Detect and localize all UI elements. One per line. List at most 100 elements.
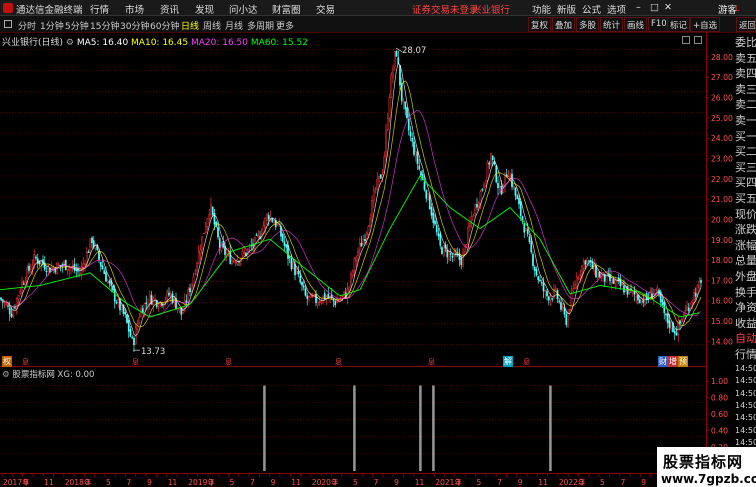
candle-body [299,275,302,283]
candle-body [320,300,323,304]
xg-legend: ⚙ 股票指标网 XG: 0.00 [2,368,94,380]
candle-body [411,138,414,142]
sidebar-item[interactable]: 买四 [735,175,756,190]
maximize-icon[interactable]: □ [650,2,659,13]
chart-expand-icon[interactable] [694,36,702,44]
sidebar-item[interactable]: 买一 [735,129,756,144]
candle-body [491,155,494,160]
candle-body [481,189,484,191]
sidebar-item[interactable]: 买三 [735,160,756,175]
candle-body [98,250,100,260]
candle-body [5,303,8,306]
period-tab-5min[interactable]: 5分钟 [65,19,89,32]
menu-formula[interactable]: 公式 [582,2,601,16]
marker-forecast[interactable]: 预 [678,356,688,367]
menu-news[interactable]: 资讯 [160,2,179,16]
candle-body [201,236,204,253]
menu-ask[interactable]: 问小达 [229,2,258,16]
period-tab-60min[interactable]: 60分钟 [150,19,179,32]
sidebar-item[interactable]: 卖一 [735,113,756,128]
period-tab-weekly[interactable]: 周线 [203,19,221,32]
login-alert[interactable]: 证券交易未登录 [412,2,479,16]
candle-body [129,329,132,337]
draw-button[interactable]: 画线 [624,17,648,32]
marker-dividend[interactable]: 息 [428,357,435,367]
menu-function[interactable]: 功能 [532,2,551,16]
settings-gear-icon[interactable]: ⚙ [66,38,74,48]
candle-body [568,309,571,311]
period-tab-daily[interactable]: 日线 [181,19,199,32]
marker-unlock[interactable]: 解 [503,356,513,367]
candle-body [694,293,697,297]
candle-body [138,317,141,324]
multi-stock-button[interactable]: 多股 [576,17,600,32]
sidebar-item[interactable]: 卖五 [735,51,756,66]
menu-market-quote[interactable]: 行情 [90,2,109,16]
marker-rights[interactable]: 权 [2,356,12,367]
sidebar-item[interactable]: 委比 [735,35,756,50]
marker-dividend[interactable]: 息 [22,357,29,367]
sidebar-item[interactable]: 涨跌 [735,222,756,237]
menu-market[interactable]: 市场 [125,2,144,16]
sidebar-item[interactable]: 换手 [735,285,756,300]
candle-body [435,225,438,233]
list-icon[interactable] [4,20,12,28]
candle-body [134,327,137,345]
marker-finance[interactable]: 财 [658,356,668,367]
sidebar-item[interactable]: 买二 [735,144,756,159]
period-tab-intraday[interactable]: 分时 [18,19,36,32]
adjust-button[interactable]: 复权 [528,17,552,32]
sidebar-item[interactable]: 买五 [735,191,756,206]
mark-button[interactable]: 标记 [667,17,691,32]
period-tab-1min[interactable]: 1分钟 [40,19,64,32]
chart-collapse-icon[interactable] [682,36,690,44]
menu-new[interactable]: 新版 [557,2,576,16]
add-watchlist-button[interactable]: +自选 [690,17,721,32]
candle-body [670,322,673,330]
candle-body [145,302,148,304]
menu-options[interactable]: 选项 [607,2,626,16]
marker-dividend[interactable]: 息 [132,357,139,367]
period-tab-15min[interactable]: 15分钟 [90,19,119,32]
sidebar-item[interactable]: 行情 [735,347,756,362]
period-tab-30min[interactable]: 30分钟 [120,19,149,32]
candle-body [322,295,324,304]
menu-discover[interactable]: 发现 [195,2,214,16]
candle-body [477,202,480,206]
candle-body [642,300,645,303]
stats-button[interactable]: 统计 [600,17,624,32]
sidebar-item[interactable]: 自动 [735,331,756,346]
candle-body [115,301,118,304]
candle-body [486,162,489,181]
marker-dividend[interactable]: 息 [335,357,342,367]
sidebar-item[interactable]: 净资 [735,300,756,315]
marker-dividend[interactable]: 息 [523,357,530,367]
watermark-title: 股票指标网 [663,453,744,471]
back-button[interactable]: 返回 [736,17,756,32]
menu-wealth[interactable]: 财富圈 [272,2,301,16]
candle-body [423,181,426,190]
sidebar-item[interactable]: 总量 [735,253,756,268]
period-tab-multi[interactable]: 多周期 [247,19,274,32]
menu-trade[interactable]: 交易 [316,2,335,16]
minimize-icon[interactable]: – [636,2,641,13]
sidebar-item[interactable]: 卖四 [735,66,756,81]
candle-body [285,244,288,248]
marker-increase[interactable]: 增 [668,356,678,367]
sidebar-item[interactable]: 卖二 [735,97,756,112]
sidebar-item[interactable]: 卖三 [735,82,756,97]
kline-chart[interactable] [0,33,706,367]
sidebar-item[interactable]: 收益 [735,316,756,331]
sidebar-item[interactable]: 外盘 [735,269,756,284]
xg-indicator-chart[interactable] [0,367,706,474]
period-tab-monthly[interactable]: 月线 [225,19,243,32]
close-icon[interactable]: ✕ [664,2,672,13]
period-tab-more[interactable]: 更多 [276,19,294,32]
indicator-settings-icon[interactable]: ⚙ [2,370,10,380]
sidebar-item[interactable]: 现价 [735,207,756,222]
sidebar-item[interactable]: 涨幅 [735,238,756,253]
candle-body [416,151,419,165]
candle-body [407,118,410,131]
overlay-button[interactable]: 叠加 [552,17,576,32]
marker-dividend[interactable]: 息 [225,357,232,367]
